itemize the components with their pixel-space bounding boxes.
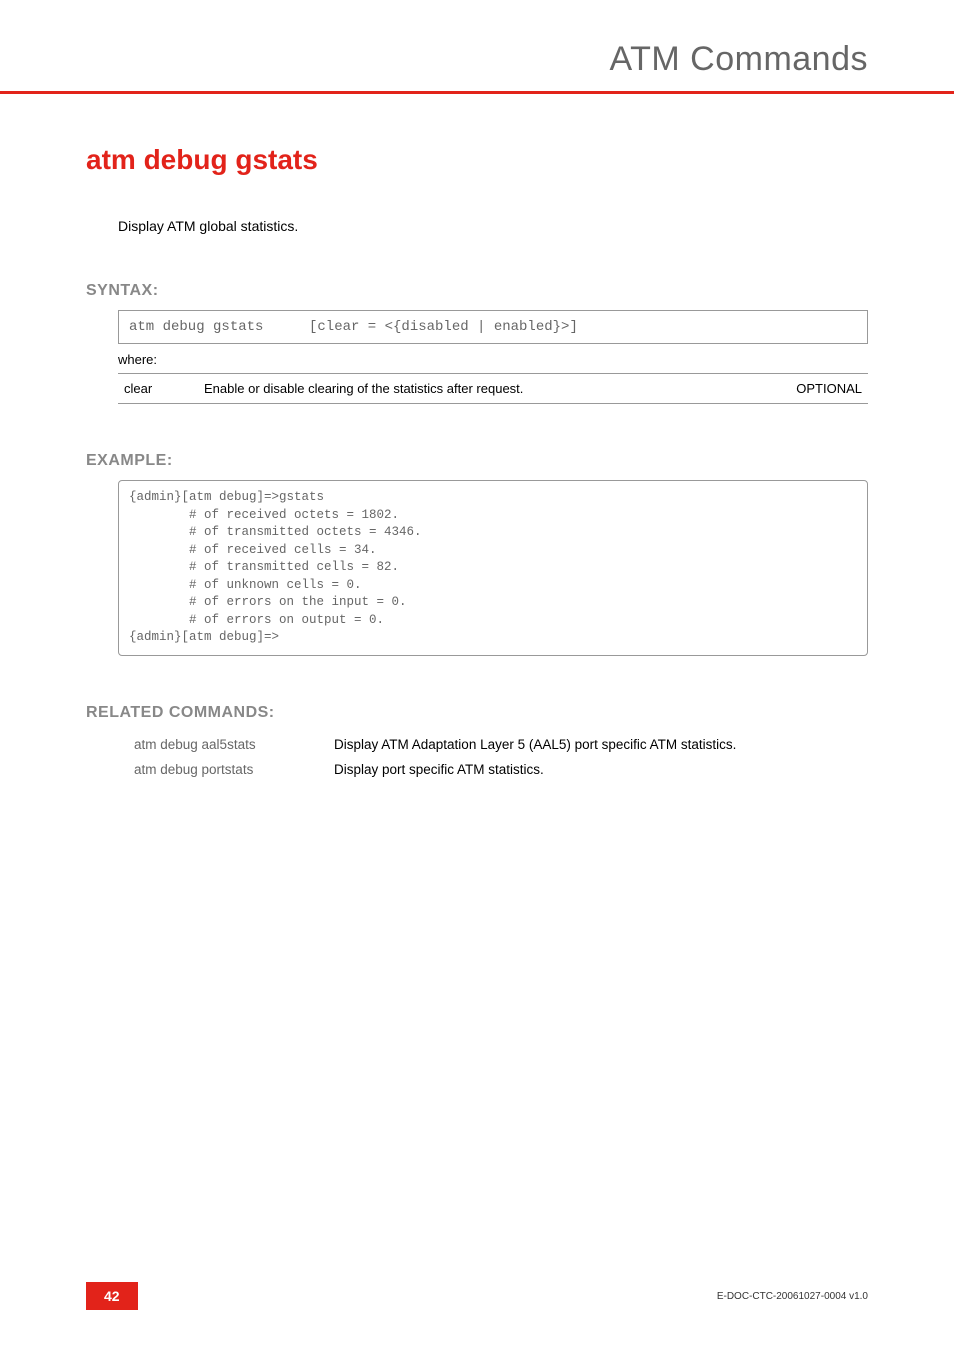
related-heading: RELATED COMMANDS: (86, 704, 868, 722)
page-header: ATM Commands (0, 0, 954, 94)
example-box: {admin}[atm debug]=>gstats # of received… (118, 480, 868, 656)
related-cmd: atm debug portstats (134, 762, 334, 777)
related-row: atm debug aal5stats Display ATM Adaptati… (134, 732, 868, 757)
where-label: where: (118, 352, 868, 367)
syntax-box: atm debug gstats [clear = <{disabled | e… (118, 310, 868, 344)
syntax-heading: SYNTAX: (86, 282, 868, 300)
param-table: clear Enable or disable clearing of the … (118, 373, 868, 404)
param-optional: OPTIONAL (762, 381, 862, 396)
param-row: clear Enable or disable clearing of the … (118, 374, 868, 403)
related-row: atm debug portstats Display port specifi… (134, 757, 868, 782)
syntax-args: [clear = <{disabled | enabled}>] (309, 319, 578, 335)
syntax-command: atm debug gstats (129, 319, 309, 335)
page-number: 42 (86, 1282, 138, 1310)
command-description: Display ATM global statistics. (118, 218, 868, 234)
param-desc: Enable or disable clearing of the statis… (204, 381, 762, 396)
doc-id: E-DOC-CTC-20061027-0004 v1.0 (717, 1291, 868, 1302)
example-heading: EXAMPLE: (86, 452, 868, 470)
command-title: atm debug gstats (86, 144, 868, 176)
related-table: atm debug aal5stats Display ATM Adaptati… (134, 732, 868, 782)
content: atm debug gstats Display ATM global stat… (0, 144, 954, 782)
page-header-title: ATM Commands (86, 40, 868, 79)
footer: 42 E-DOC-CTC-20061027-0004 v1.0 (0, 1282, 954, 1310)
param-name: clear (124, 381, 204, 396)
related-desc: Display ATM Adaptation Layer 5 (AAL5) po… (334, 737, 868, 752)
related-cmd: atm debug aal5stats (134, 737, 334, 752)
syntax-row: atm debug gstats [clear = <{disabled | e… (129, 319, 857, 335)
related-desc: Display port specific ATM statistics. (334, 762, 868, 777)
